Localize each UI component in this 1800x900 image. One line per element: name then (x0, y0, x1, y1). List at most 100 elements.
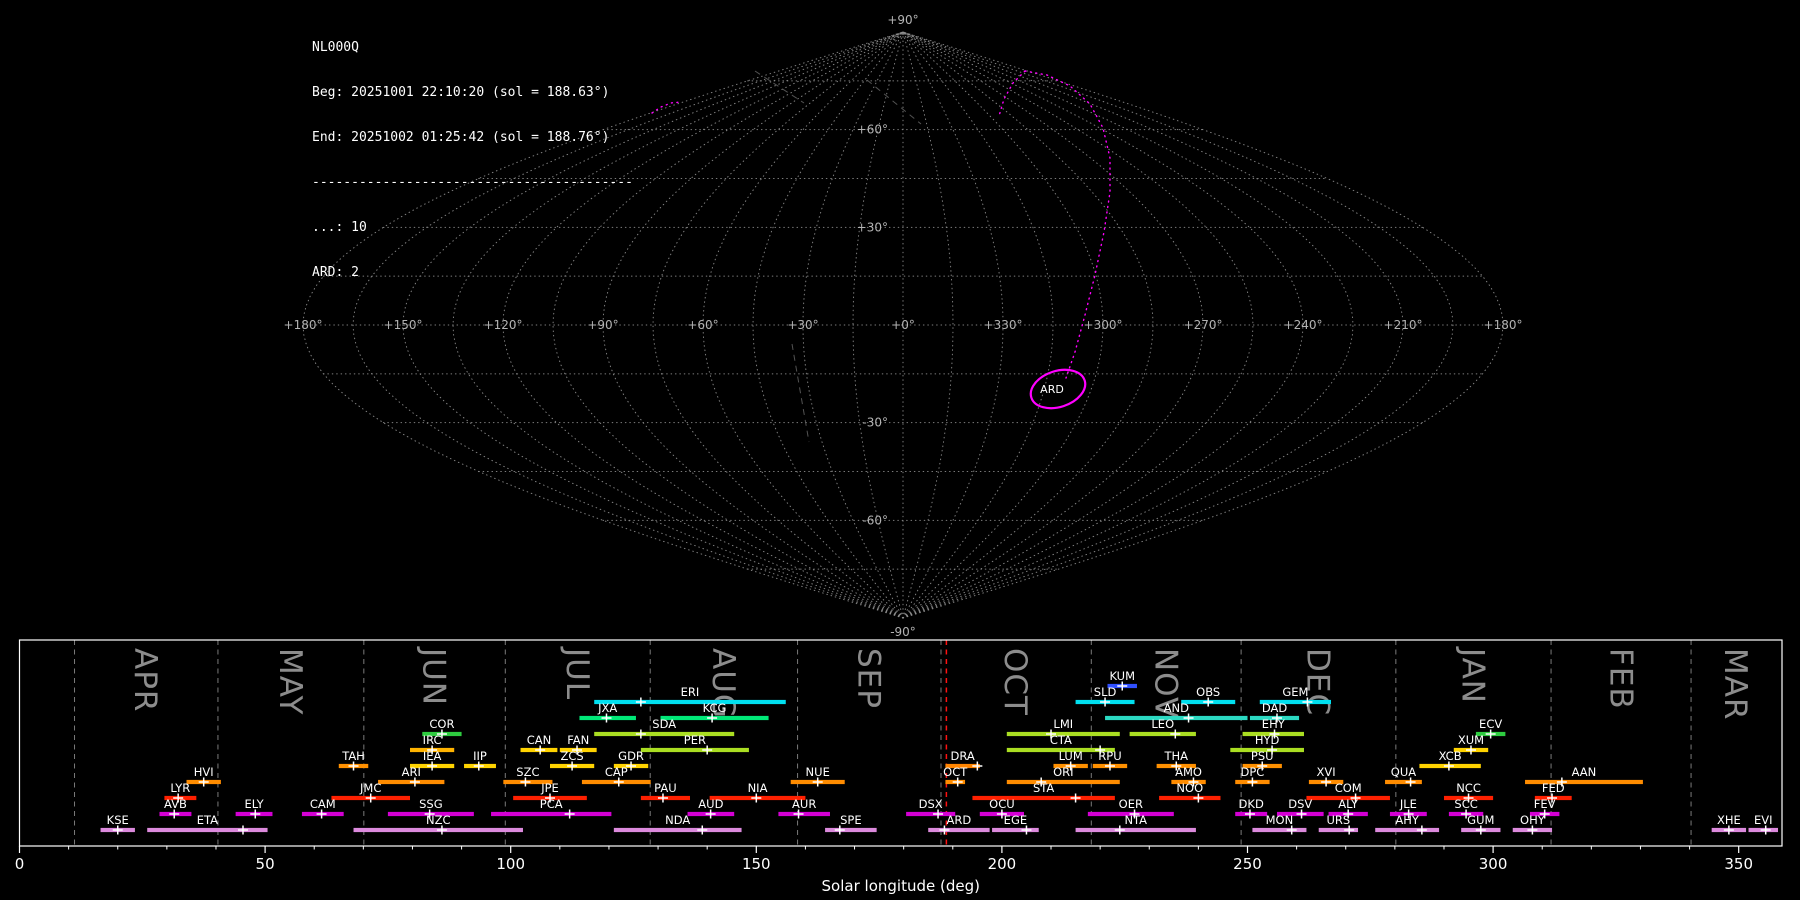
shower-label-NDA: NDA (665, 813, 690, 827)
station-id: NL000Q (312, 40, 359, 55)
shower-label-JLE: JLE (1399, 797, 1417, 811)
shower-bar-NTA (1075, 827, 1196, 833)
shower-bar-PCA (491, 811, 612, 817)
shower-label-IIP: IIP (473, 749, 487, 763)
shower-label-OHY: OHY (1520, 813, 1546, 827)
shower-label-KUM: KUM (1109, 669, 1135, 683)
shower-label-SDA: SDA (652, 717, 676, 731)
longitude-label: +150° (384, 318, 423, 332)
month-label-JAN: JAN (1454, 646, 1490, 704)
longitude-label: +240° (1284, 318, 1323, 332)
longitude-label: +60° (687, 318, 718, 332)
shower-label-TAH: TAH (341, 749, 365, 763)
month-label-JUN: JUN (416, 646, 452, 706)
shower-label-DPC: DPC (1240, 765, 1264, 779)
shower-bar-ETA (147, 827, 268, 833)
ard-radiant-label: ARD (1040, 383, 1064, 396)
shower-label-JXA: JXA (597, 701, 617, 715)
longitude-label: +0° (891, 318, 915, 332)
shower-track-small (651, 101, 682, 114)
shower-label-JPE: JPE (540, 781, 559, 795)
shower-label-OER: OER (1119, 797, 1143, 811)
shower-label-ORI: ORI (1053, 765, 1073, 779)
tick-label-50: 50 (256, 855, 275, 873)
shower-label-ELY: ELY (244, 797, 264, 811)
shower-bar-AND (1105, 715, 1248, 721)
shower-label-ARI: ARI (402, 765, 421, 779)
shower-label-AUD: AUD (698, 797, 723, 811)
shower-label-GDR: GDR (618, 749, 644, 763)
shower-label-OBS: OBS (1196, 685, 1220, 699)
x-axis-title: Solar longitude (deg) (822, 877, 980, 895)
shower-bar-ORI (1006, 779, 1120, 785)
longitude-label: +210° (1384, 318, 1423, 332)
shower-label-SLD: SLD (1094, 685, 1117, 699)
longitude-label: +300° (1084, 318, 1123, 332)
shower-label-FAN: FAN (567, 733, 589, 747)
shower-label-PSU: PSU (1251, 749, 1274, 763)
shower-label-AMO: AMO (1175, 765, 1202, 779)
end-time: End: 20251002 01:25:42 (sol = 188.76°) (312, 130, 610, 145)
shower-label-IRC: IRC (423, 733, 442, 747)
shower-label-CAP: CAP (605, 765, 628, 779)
shower-label-OCT: OCT (943, 765, 968, 779)
figure-canvas: ARD +90° -90° +60° +30° -30° -60° +180° +150° +12… (15, 13, 1783, 895)
shower-label-NUE: NUE (806, 765, 830, 779)
tick-label-100: 100 (496, 855, 525, 873)
shower-label-PER: PER (684, 733, 706, 747)
shower-label-MON: MON (1266, 813, 1294, 827)
month-label-MAY: MAY (272, 648, 308, 715)
shower-label-GUM: GUM (1467, 813, 1494, 827)
tick-label-150: 150 (742, 855, 771, 873)
shower-bar-NDA (613, 827, 742, 833)
shower-label-NIA: NIA (748, 781, 768, 795)
month-label-FEB: FEB (1602, 648, 1638, 710)
shower-label-FED: FED (1542, 781, 1565, 795)
shower-label-NOO: NOO (1176, 781, 1203, 795)
pole-label-south: -90° (890, 625, 916, 639)
tick-label-250: 250 (1233, 855, 1262, 873)
shower-label-COR: COR (429, 717, 454, 731)
shower-label-ECV: ECV (1479, 717, 1502, 731)
shower-label-XCB: XCB (1439, 749, 1462, 763)
latitude-label: -60° (862, 513, 888, 527)
longitude-label: +120° (484, 318, 523, 332)
shower-label-OCU: OCU (989, 797, 1015, 811)
shower-label-XHE: XHE (1717, 813, 1741, 827)
ard-count: ARD: 2 (312, 265, 359, 280)
shower-label-LYR: LYR (170, 781, 190, 795)
longitude-label: +90° (587, 318, 618, 332)
shower-label-PAU: PAU (654, 781, 676, 795)
shower-label-DSX: DSX (919, 797, 943, 811)
shower-label-AUR: AUR (792, 797, 816, 811)
shower-label-ALY: ALY (1338, 797, 1359, 811)
shower-label-NTA: NTA (1124, 813, 1147, 827)
shower-label-SZC: SZC (516, 765, 539, 779)
shower-label-ERI: ERI (681, 685, 700, 699)
shower-label-CAM: CAM (310, 797, 336, 811)
shower-bar-SPE (825, 827, 877, 833)
meteor-radiant-figure: ARD +90° -90° +60° +30° -30° -60° +180° +150° +12… (0, 0, 1800, 900)
shower-label-URS: URS (1327, 813, 1351, 827)
shower-label-SCC: SCC (1454, 797, 1477, 811)
shower-label-ETA: ETA (197, 813, 218, 827)
shower-label-DKD: DKD (1239, 797, 1264, 811)
unassigned-count: ...: 10 (312, 220, 367, 235)
shower-label-AVB: AVB (164, 797, 187, 811)
shower-label-XVI: XVI (1317, 765, 1336, 779)
shower-label-LMI: LMI (1053, 717, 1073, 731)
shower-label-PCA: PCA (540, 797, 563, 811)
shower-bar-LEO (1129, 731, 1196, 737)
shower-bar-EGE (992, 827, 1039, 833)
shower-label-NCC: NCC (1456, 781, 1481, 795)
shower-bar-MON (1252, 827, 1307, 833)
shower-label-IEA: IEA (423, 749, 442, 763)
month-label-JUL: JUL (559, 646, 595, 700)
shower-label-ZCS: ZCS (560, 749, 583, 763)
longitude-label: +270° (1184, 318, 1223, 332)
reference-arc (791, 343, 810, 443)
shower-label-KCG: KCG (703, 701, 727, 715)
shower-bar-AHY (1375, 827, 1440, 833)
month-label-DEC: DEC (1300, 648, 1336, 716)
shower-label-COM: COM (1335, 781, 1362, 795)
